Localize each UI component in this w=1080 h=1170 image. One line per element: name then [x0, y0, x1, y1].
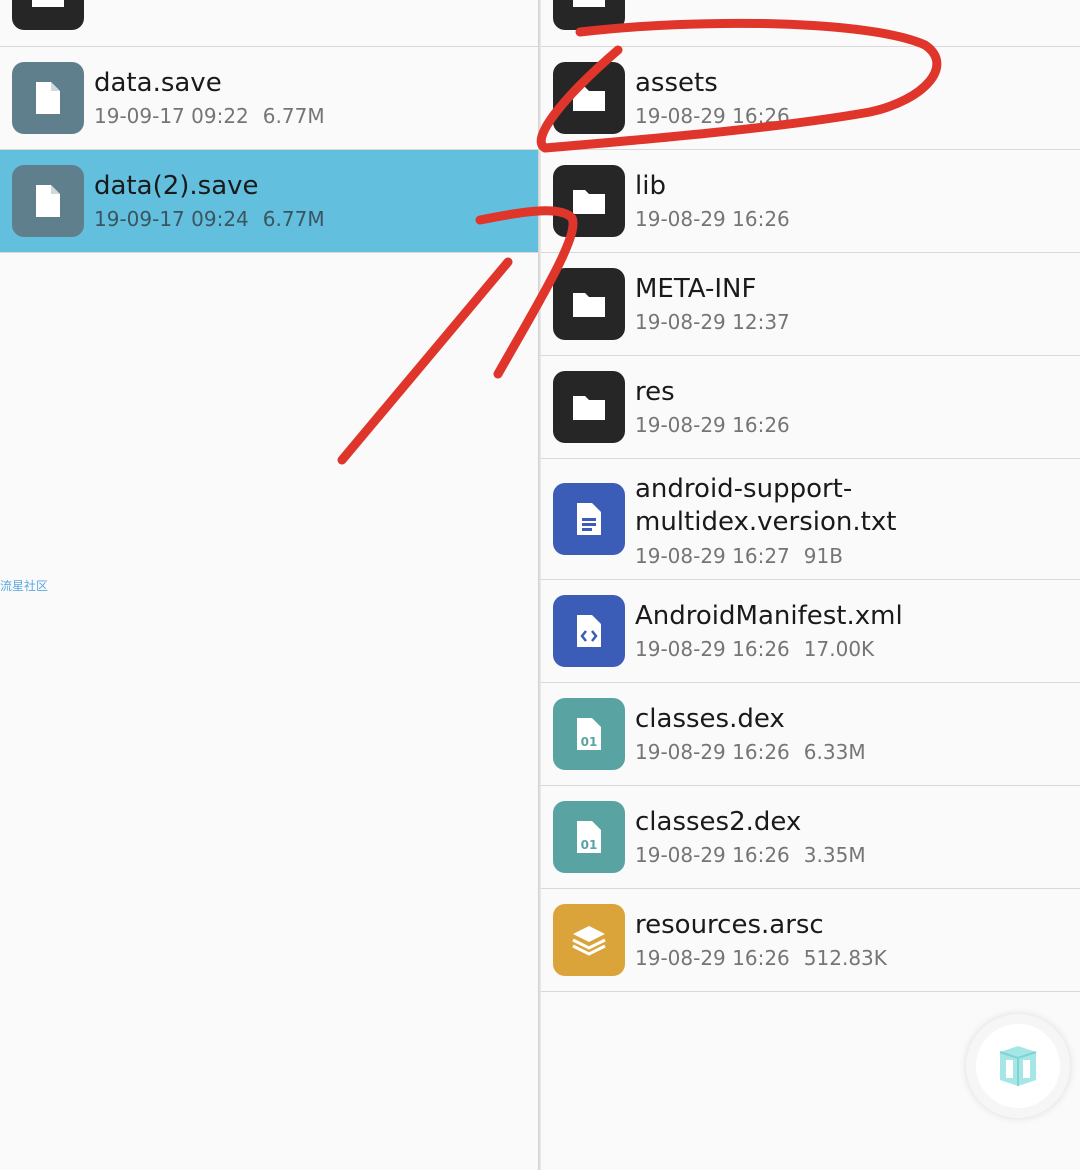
watermark-text: 流星社区	[0, 579, 49, 593]
file-meta: 19-08-29 16:26 17.00K	[635, 637, 874, 661]
file-name: AndroidManifest.xml	[635, 601, 903, 631]
file-meta: 19-09-17 09:24 6.77M	[94, 207, 325, 231]
folder-name: assets	[635, 68, 718, 98]
file-name: data.save	[94, 68, 222, 98]
right-file-pane: assets 19-08-29 16:26 lib 19-08-29 16:26…	[541, 0, 1080, 1170]
file-meta: 19-09-17 09:22 6.77M	[94, 104, 325, 128]
list-item[interactable]: 01 classes2.dex 19-08-29 16:26 3.35M	[541, 786, 1080, 889]
svg-text:01: 01	[581, 735, 598, 749]
folder-name: lib	[635, 171, 666, 201]
file-size: 6.77M	[262, 104, 325, 128]
file-date: 19-08-29 16:26	[635, 843, 790, 867]
code-file-icon	[553, 595, 625, 667]
file-name: classes2.dex	[635, 807, 802, 837]
file-meta: 19-08-29 16:27 91B	[635, 544, 843, 568]
file-icon	[12, 165, 84, 237]
file-date: 19-08-29 16:26	[635, 637, 790, 661]
cube-icon	[999, 1046, 1037, 1086]
text-file-icon	[553, 483, 625, 555]
binary-file-icon: 01	[553, 801, 625, 873]
list-item[interactable]: assets 19-08-29 16:26	[541, 47, 1080, 150]
file-date: 19-08-29 16:26	[635, 740, 790, 764]
file-size: 512.83K	[803, 946, 887, 970]
file-size: 6.33M	[803, 740, 866, 764]
list-item[interactable]	[0, 0, 538, 47]
folder-date: 19-08-29 12:37	[635, 310, 790, 334]
file-name: android-support-multidex.version.txt	[635, 474, 897, 537]
file-name: classes.dex	[635, 704, 785, 734]
file-name: data(2).save	[94, 171, 259, 201]
layers-file-icon	[553, 904, 625, 976]
list-item[interactable]: android-support-multidex.version.txt 19-…	[541, 459, 1080, 580]
file-date: 19-09-17 09:22	[94, 104, 249, 128]
file-size: 3.35M	[803, 843, 866, 867]
folder-icon	[553, 371, 625, 443]
list-item[interactable]: META-INF 19-08-29 12:37	[541, 253, 1080, 356]
file-date: 19-08-29 16:26	[635, 946, 790, 970]
list-item[interactable]	[541, 0, 1080, 47]
file-meta: 19-08-29 16:26 3.35M	[635, 843, 866, 867]
folder-icon	[553, 165, 625, 237]
folder-name: META-INF	[635, 274, 757, 304]
list-item[interactable]: AndroidManifest.xml 19-08-29 16:26 17.00K	[541, 580, 1080, 683]
list-item[interactable]: res 19-08-29 16:26	[541, 356, 1080, 459]
folder-date: 19-08-29 16:26	[635, 413, 790, 437]
file-size: 91B	[803, 544, 843, 568]
folder-icon	[12, 0, 84, 30]
file-icon	[12, 62, 84, 134]
folder-icon	[553, 0, 625, 30]
file-size: 17.00K	[803, 637, 875, 661]
list-item[interactable]: 01 classes.dex 19-08-29 16:26 6.33M	[541, 683, 1080, 786]
floating-action-button[interactable]	[966, 1014, 1070, 1118]
svg-text:01: 01	[581, 838, 598, 852]
list-item-selected[interactable]: data(2).save 19-09-17 09:24 6.77M	[0, 150, 538, 253]
list-item[interactable]: lib 19-08-29 16:26	[541, 150, 1080, 253]
folder-date: 19-08-29 16:26	[635, 104, 790, 128]
file-name: resources.arsc	[635, 910, 824, 940]
file-date: 19-09-17 09:24	[94, 207, 249, 231]
file-meta: 19-08-29 16:26 6.33M	[635, 740, 866, 764]
binary-file-icon: 01	[553, 698, 625, 770]
folder-date: 19-08-29 16:26	[635, 207, 790, 231]
folder-name: res	[635, 377, 675, 407]
file-meta: 19-08-29 16:26 512.83K	[635, 946, 887, 970]
list-item[interactable]: data.save 19-09-17 09:22 6.77M	[0, 47, 538, 150]
list-item[interactable]: resources.arsc 19-08-29 16:26 512.83K	[541, 889, 1080, 992]
fab-inner	[976, 1024, 1060, 1108]
file-date: 19-08-29 16:27	[635, 544, 790, 568]
folder-icon	[553, 268, 625, 340]
folder-icon	[553, 62, 625, 134]
left-file-pane: data.save 19-09-17 09:22 6.77M data(2).sa…	[0, 0, 538, 1170]
file-size: 6.77M	[262, 207, 325, 231]
